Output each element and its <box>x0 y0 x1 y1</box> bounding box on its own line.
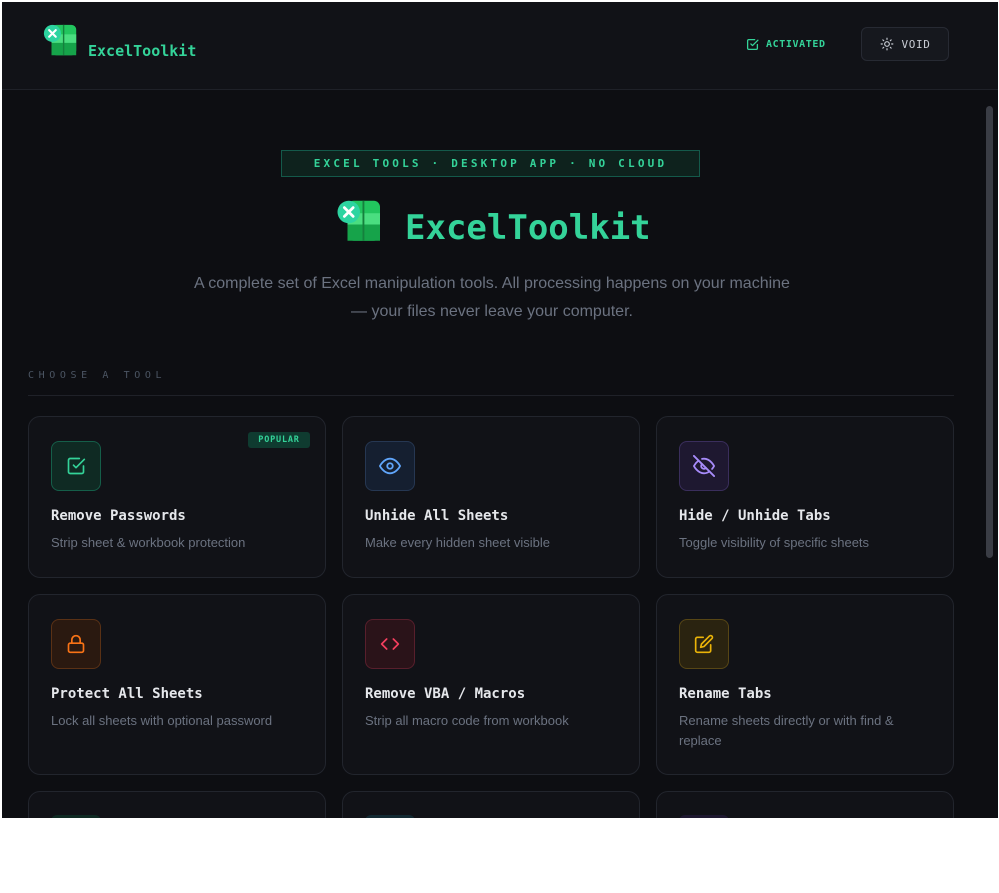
brand-name: ExcelToolkit <box>88 42 197 60</box>
theme-toggle-button[interactable]: VOID <box>861 27 949 61</box>
lock-icon <box>67 634 85 654</box>
section-label: CHOOSE A TOOL <box>28 370 167 381</box>
tool-card-protect-all-sheets[interactable]: Protect All Sheets Lock all sheets with … <box>28 594 326 775</box>
tool-icon-box <box>365 441 415 491</box>
top-bar: ExcelToolkit ACTIVATED VOID <box>2 2 998 90</box>
tool-icon-box <box>679 619 729 669</box>
tool-icon-box <box>365 815 415 818</box>
hero-badge: EXCEL TOOLS · DESKTOP APP · NO CLOUD <box>281 150 700 177</box>
tool-card-title: Remove Passwords <box>51 508 186 524</box>
theme-toggle-label: VOID <box>901 37 931 51</box>
eye-icon <box>379 457 401 475</box>
tool-card-description: Strip all macro code from workbook <box>365 713 569 728</box>
tool-icon-box <box>679 815 729 818</box>
section-divider <box>28 395 954 396</box>
tool-icon-box <box>365 619 415 669</box>
popular-badge: POPULAR <box>248 432 310 448</box>
hero-title: ExcelToolkit <box>405 208 651 248</box>
tool-icon-box <box>679 441 729 491</box>
tool-card-title: Unhide All Sheets <box>365 508 509 524</box>
sun-icon <box>880 37 893 51</box>
eye-off-icon <box>693 455 715 477</box>
tool-card-title: Protect All Sheets <box>51 686 203 702</box>
tool-card-partial[interactable] <box>342 791 640 818</box>
excel-toolkit-logo-icon <box>337 200 380 241</box>
scrollbar[interactable] <box>986 100 994 570</box>
tool-card-description: Rename sheets directly or with find & re… <box>679 713 894 748</box>
tool-card-remove-vba-macros[interactable]: Remove VBA / Macros Strip all macro code… <box>342 594 640 775</box>
hero-heading: ExcelToolkit <box>335 196 651 248</box>
tool-card-description: Make every hidden sheet visible <box>365 535 550 550</box>
tool-card-remove-passwords[interactable]: POPULAR Remove Passwords Strip sheet & w… <box>28 416 326 578</box>
tool-card-rename-tabs[interactable]: Rename Tabs Rename sheets directly or wi… <box>656 594 954 775</box>
tool-card-partial[interactable] <box>656 791 954 818</box>
app-window: ExcelToolkit ACTIVATED VOID EXCEL TOOLS … <box>2 2 998 818</box>
tool-card-description: Strip sheet & workbook protection <box>51 535 246 550</box>
tool-icon-box <box>51 619 101 669</box>
brand[interactable]: ExcelToolkit <box>42 22 196 60</box>
check-square-icon <box>746 38 759 51</box>
tool-card-unhide-all-sheets[interactable]: Unhide All Sheets Make every hidden shee… <box>342 416 640 578</box>
tool-icon-box <box>51 441 101 491</box>
scrollbar-thumb[interactable] <box>986 106 993 558</box>
tool-card-title: Remove VBA / Macros <box>365 686 526 702</box>
check-square-icon <box>67 457 86 475</box>
tool-card-description: Toggle visibility of specific sheets <box>679 535 870 550</box>
tool-icon-box <box>51 815 101 818</box>
activation-status: ACTIVATED <box>746 38 826 51</box>
tool-card-partial[interactable] <box>28 791 326 818</box>
hero-description: A complete set of Excel manipulation too… <box>194 275 790 320</box>
tool-card-title: Hide / Unhide Tabs <box>679 508 831 524</box>
excel-toolkit-logo-icon <box>43 24 77 56</box>
tool-card-description: Lock all sheets with optional password <box>51 713 273 728</box>
activation-status-label: ACTIVATED <box>766 39 826 50</box>
code-icon <box>380 638 400 650</box>
tool-card-title: Rename Tabs <box>679 686 772 702</box>
edit-icon <box>694 634 714 654</box>
tool-card-hide-unhide-tabs[interactable]: Hide / Unhide Tabs Toggle visibility of … <box>656 416 954 578</box>
